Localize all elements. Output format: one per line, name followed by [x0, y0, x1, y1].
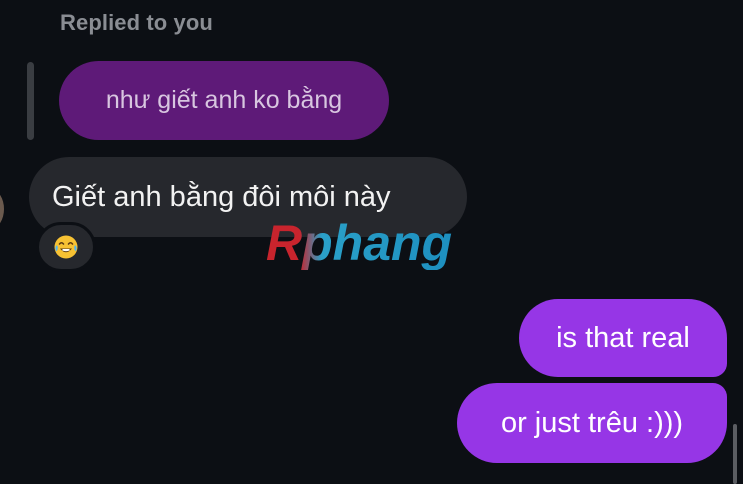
quoted-message-text: như giết anh ko bằng: [105, 86, 343, 114]
quoted-message-bubble[interactable]: như giết anh ko bằng: [59, 61, 389, 140]
rphang-watermark-logo: Rphang: [266, 215, 452, 270]
scrollbar[interactable]: [733, 424, 737, 484]
incoming-message-text: Giết anh bằng đôi môi này: [52, 180, 391, 213]
outgoing-message-text: is that real: [556, 321, 690, 354]
avatar[interactable]: [0, 190, 4, 228]
face-with-tears-of-joy-icon: [54, 235, 78, 259]
reaction-badge[interactable]: [36, 222, 96, 272]
outgoing-message-bubble[interactable]: or just trêu :))): [457, 383, 727, 463]
outgoing-message-bubble[interactable]: is that real: [519, 299, 727, 377]
outgoing-message-text: or just trêu :))): [500, 406, 684, 439]
replied-to-you-label: Replied to you: [60, 10, 213, 35]
svg-text:Rphang: Rphang: [266, 215, 452, 270]
reply-indicator-bar: [27, 62, 34, 140]
